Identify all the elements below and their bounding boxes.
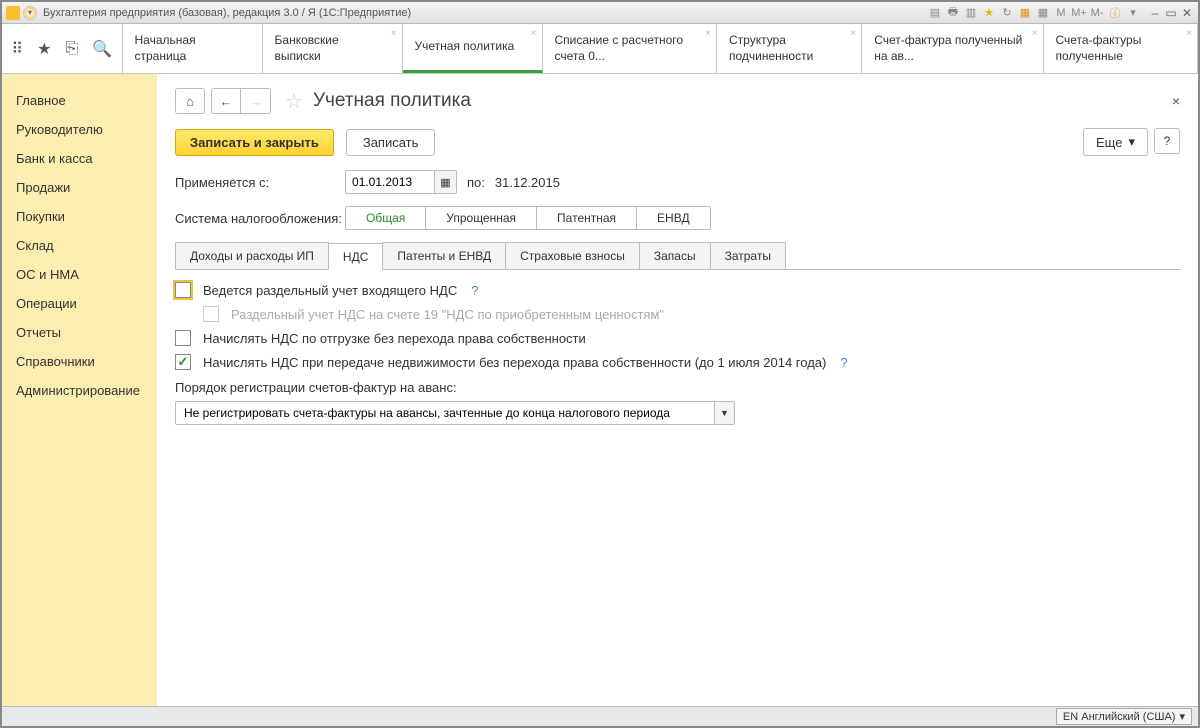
registration-order-input[interactable] bbox=[175, 401, 715, 425]
tax-opt-simplified[interactable]: Упрощенная bbox=[426, 207, 537, 229]
sidebar-item[interactable]: Справочники bbox=[16, 347, 143, 376]
chevron-down-icon: ▾ bbox=[1128, 134, 1135, 150]
tax-opt-patent[interactable]: Патентная bbox=[537, 207, 637, 229]
favorite-icon[interactable]: ★ bbox=[982, 6, 996, 20]
close-icon[interactable]: × bbox=[1032, 27, 1038, 40]
save-button[interactable]: Записать bbox=[346, 129, 436, 156]
close-page-button[interactable]: × bbox=[1172, 93, 1180, 109]
to-label: по: bbox=[467, 175, 485, 190]
date-from-input[interactable] bbox=[345, 170, 435, 194]
help-link[interactable]: ? bbox=[840, 355, 847, 370]
sidebar-item[interactable]: Руководителю bbox=[16, 115, 143, 144]
tab-patents[interactable]: Патенты и ЕНВД bbox=[382, 242, 506, 269]
info-icon[interactable]: ⓘ bbox=[1108, 6, 1122, 20]
close-icon[interactable]: × bbox=[391, 27, 397, 40]
tab-structure[interactable]: Структура подчиненности× bbox=[717, 24, 862, 73]
registration-order-label: Порядок регистрации счетов-фактур на ава… bbox=[175, 380, 1180, 395]
checkbox-label: Раздельный учет НДС на счете 19 "НДС по … bbox=[231, 307, 664, 322]
sidebar-item[interactable]: ОС и НМА bbox=[16, 260, 143, 289]
tab-invoice-received[interactable]: Счет-фактура полученный на ав...× bbox=[862, 24, 1043, 73]
checkbox-label: Начислять НДС при передаче недвижимости … bbox=[203, 355, 826, 370]
save-close-button[interactable]: Записать и закрыть bbox=[175, 129, 334, 156]
checkbox-nds-shipment[interactable] bbox=[175, 330, 191, 346]
sidebar-item[interactable]: Склад bbox=[16, 231, 143, 260]
calendar-icon[interactable]: ▦ bbox=[1036, 6, 1050, 20]
toolbar-icon[interactable]: ▥ bbox=[964, 6, 978, 20]
forward-button[interactable]: → bbox=[241, 88, 271, 114]
close-button[interactable]: ✕ bbox=[1180, 6, 1194, 20]
home-button[interactable]: ⌂ bbox=[175, 88, 205, 114]
date-to-value: 31.12.2015 bbox=[495, 175, 560, 190]
grid-icon[interactable]: ⠿ bbox=[11, 39, 23, 59]
dropdown-icon[interactable]: ▾ bbox=[1126, 6, 1140, 20]
calc-icon[interactable]: ▦ bbox=[1018, 6, 1032, 20]
titlebar: Бухгалтерия предприятия (базовая), редак… bbox=[2, 2, 1198, 24]
close-icon[interactable]: × bbox=[705, 27, 711, 40]
tab-stock[interactable]: Запасы bbox=[639, 242, 711, 269]
search-icon[interactable]: 🔍 bbox=[92, 39, 112, 59]
mminus-label[interactable]: M- bbox=[1090, 6, 1104, 20]
minimize-button[interactable]: – bbox=[1148, 6, 1162, 20]
tab-bank[interactable]: Банковские выписки× bbox=[263, 24, 403, 73]
close-icon[interactable]: × bbox=[1186, 27, 1192, 40]
sidebar-item[interactable]: Банк и касса bbox=[16, 144, 143, 173]
tax-system-label: Система налогообложения: bbox=[175, 211, 345, 226]
applies-from-label: Применяется с: bbox=[175, 175, 345, 190]
tab-invoices[interactable]: Счета-фактуры полученные× bbox=[1044, 24, 1198, 73]
toolbar-icon[interactable]: ▤ bbox=[928, 6, 942, 20]
sidebar-item[interactable]: Главное bbox=[16, 86, 143, 115]
page-title: Учетная политика bbox=[313, 90, 471, 112]
close-icon[interactable]: × bbox=[531, 27, 537, 40]
close-icon[interactable]: × bbox=[850, 27, 856, 40]
sidebar-item[interactable]: Отчеты bbox=[16, 318, 143, 347]
status-bar: EN Английский (США)▾ bbox=[2, 706, 1198, 726]
app-title: Бухгалтерия предприятия (базовая), редак… bbox=[43, 7, 411, 19]
tab-bar: ⠿ ★ ⎘ 🔍 Начальная страница Банковские вы… bbox=[2, 24, 1198, 74]
favorite-icon[interactable]: ☆ bbox=[285, 89, 303, 114]
checkbox-nds-realestate[interactable] bbox=[175, 354, 191, 370]
mplus-label[interactable]: M+ bbox=[1072, 6, 1086, 20]
inner-tabs: Доходы и расходы ИП НДС Патенты и ЕНВД С… bbox=[175, 242, 1180, 270]
content-area: ⌂ ← → ☆ Учетная политика × Записать и за… bbox=[157, 74, 1198, 706]
calendar-icon[interactable]: ▦ bbox=[435, 170, 457, 194]
tab-insurance[interactable]: Страховые взносы bbox=[505, 242, 640, 269]
checkbox-label: Начислять НДС по отгрузке без перехода п… bbox=[203, 331, 586, 346]
sidebar-item[interactable]: Администрирование bbox=[16, 376, 143, 405]
tax-system-selector: Общая Упрощенная Патентная ЕНВД bbox=[345, 206, 711, 230]
tax-opt-general[interactable]: Общая bbox=[346, 207, 426, 229]
sidebar-item[interactable]: Покупки bbox=[16, 202, 143, 231]
toolbar-icons: ⠿ ★ ⎘ 🔍 bbox=[2, 24, 123, 73]
tab-income[interactable]: Доходы и расходы ИП bbox=[175, 242, 329, 269]
tab-writeoff[interactable]: Списание с расчетного счета 0...× bbox=[543, 24, 717, 73]
back-button[interactable]: ← bbox=[211, 88, 241, 114]
more-button[interactable]: Еще▾ bbox=[1083, 128, 1148, 156]
checkbox-label: Ведется раздельный учет входящего НДС bbox=[203, 283, 457, 298]
toolbar-icon[interactable]: 🖶 bbox=[946, 6, 960, 20]
tab-home[interactable]: Начальная страница bbox=[123, 24, 263, 73]
checkbox-separate-nds[interactable] bbox=[175, 282, 191, 298]
nav-dropdown-icon[interactable] bbox=[23, 6, 37, 20]
help-link[interactable]: ? bbox=[471, 283, 478, 298]
language-indicator[interactable]: EN Английский (США)▾ bbox=[1056, 708, 1192, 725]
chevron-down-icon[interactable]: ▼ bbox=[715, 401, 735, 425]
sidebar-item[interactable]: Операции bbox=[16, 289, 143, 318]
toolbar-icon[interactable]: ↻ bbox=[1000, 6, 1014, 20]
maximize-button[interactable]: ▭ bbox=[1164, 6, 1178, 20]
sidebar-item[interactable]: Продажи bbox=[16, 173, 143, 202]
app-logo-icon bbox=[6, 6, 20, 20]
tab-nds[interactable]: НДС bbox=[328, 243, 383, 270]
clipboard-icon[interactable]: ⎘ bbox=[65, 40, 78, 58]
help-button[interactable]: ? bbox=[1154, 128, 1180, 154]
m-label[interactable]: M bbox=[1054, 6, 1068, 20]
tab-accounting-policy[interactable]: Учетная политика× bbox=[403, 24, 543, 73]
tax-opt-envd[interactable]: ЕНВД bbox=[637, 207, 710, 229]
tab-costs[interactable]: Затраты bbox=[710, 242, 786, 269]
star-icon[interactable]: ★ bbox=[37, 39, 51, 59]
checkbox-separate-nds-19 bbox=[203, 306, 219, 322]
sidebar: Главное Руководителю Банк и касса Продаж… bbox=[2, 74, 157, 706]
